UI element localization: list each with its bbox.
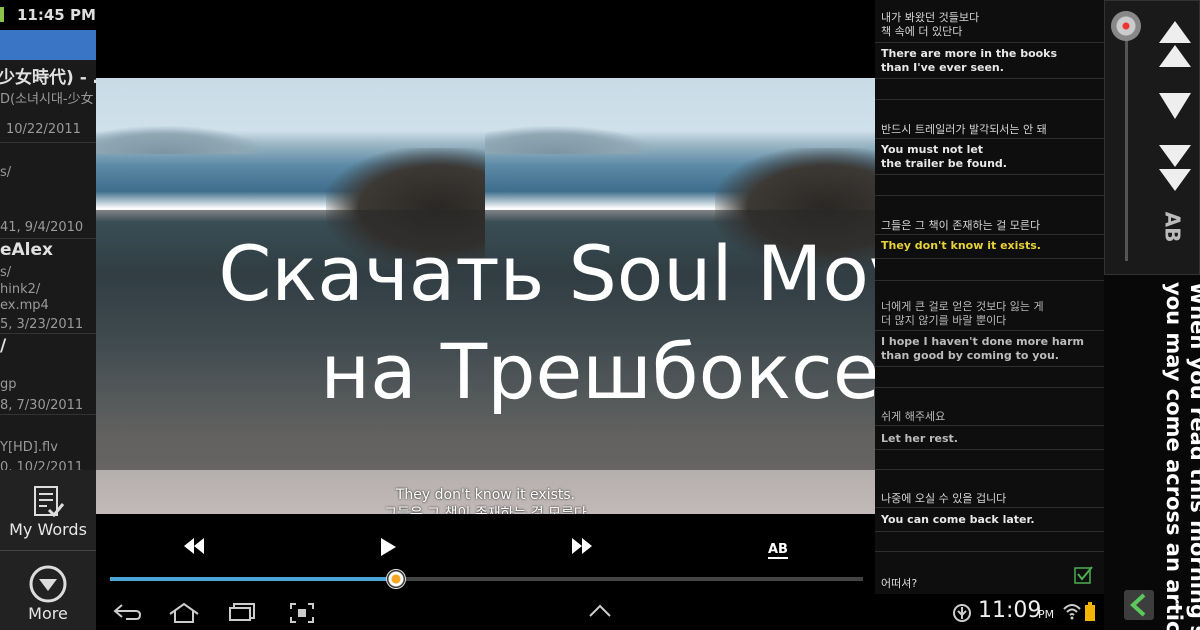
file-name: gp: [0, 377, 17, 392]
seek-bar[interactable]: [110, 569, 863, 589]
status-bar: 11:45 PM: [0, 0, 96, 30]
scroll-rail[interactable]: [1125, 11, 1128, 261]
ab-toggle-label: AB: [1160, 211, 1185, 243]
fast-forward-icon[interactable]: [570, 536, 594, 556]
my-words-button[interactable]: My Words: [0, 484, 96, 539]
navigation-panel: AB: [1104, 0, 1200, 275]
ab-repeat-button[interactable]: AB: [768, 538, 788, 559]
file-subtitle: D(소녀시대-少女: [0, 92, 94, 107]
navbar-time[interactable]: 11:09: [978, 598, 1041, 623]
file-date: 0, 10/2/2011: [0, 460, 84, 470]
file-title[interactable]: eAlex: [0, 240, 53, 260]
sentence-english: You can come back later.: [881, 513, 1035, 526]
file-title[interactable]: 少女時代) - …: [0, 63, 96, 88]
sentence-korean: 그들은 그 책이 존재하는 걸 모른다: [881, 219, 1041, 232]
chevron-left-icon: [1130, 593, 1146, 617]
scroll-thumb[interactable]: [1111, 11, 1141, 41]
ab-repeat-label: AB: [768, 542, 788, 559]
status-time: 11:45 PM: [17, 6, 96, 24]
seek-progress: [110, 577, 397, 581]
sentence-english: There are more in the books than I've ev…: [881, 47, 1058, 74]
my-words-label: My Words: [9, 520, 87, 539]
selected-file-highlight: [0, 30, 96, 60]
sentence-english: Let her rest.: [881, 432, 958, 445]
file-name: ex.mp4: [0, 298, 49, 313]
usb-icon: [953, 604, 971, 622]
sentence-korean: 너에게 큰 걸로 얻은 것보다 잃는 게 더 많지 않기를 바랄 뿐이다: [881, 300, 1044, 327]
file-title[interactable]: /: [0, 336, 6, 356]
subtitle-en: They don't know it exists.: [395, 487, 576, 503]
player-controls: AB: [96, 514, 875, 594]
file-date: 5, 3/23/2011: [0, 317, 84, 332]
sentence-korean: 쉬게 해주세요: [881, 410, 946, 423]
article-line: When you read this morning's paper,: [1186, 282, 1200, 630]
sentence-english: I hope I haven't done more harm than goo…: [881, 335, 1084, 362]
recent-apps-icon[interactable]: [228, 602, 258, 622]
sentence-korean: 어떠셔?: [881, 577, 918, 590]
file-list[interactable]: 少女時代) - … D(소녀시대-少女 10/22/2011 s/ 41, 9/…: [0, 30, 96, 470]
back-button[interactable]: [1124, 590, 1154, 620]
play-icon[interactable]: [378, 536, 398, 558]
sentence-english: They don't know it exists.: [881, 239, 1041, 252]
more-label: More: [28, 604, 68, 623]
file-date: 41, 9/4/2010: [0, 220, 84, 235]
article-line: you may come across an article: [1162, 282, 1186, 630]
system-navbar: 11:09 PM: [96, 594, 1104, 630]
navbar-ampm: PM: [1038, 608, 1055, 621]
chevron-up-icon[interactable]: [588, 604, 612, 618]
jump-bottom-icon[interactable]: [1157, 143, 1193, 195]
jump-top-icon[interactable]: [1157, 19, 1193, 71]
wifi-icon: [1063, 604, 1081, 620]
file-path: hink2/: [0, 282, 41, 297]
sentence-korean: 반드시 트레일러가 발각되서는 안 돼: [881, 123, 1047, 136]
sentence-korean: 내가 봐왔던 것들보다 책 속에 더 있단다: [881, 11, 980, 38]
screenshot-icon[interactable]: [289, 602, 315, 624]
sentence-list[interactable]: 내가 봐왔던 것들보다 책 속에 더 있단다 There are more in…: [875, 0, 1104, 594]
arrow-down-icon[interactable]: [1157, 91, 1193, 121]
file-path: s/: [0, 165, 12, 180]
file-name: Y[HD].flv: [0, 440, 58, 455]
file-date: 8, 7/30/2011: [0, 398, 84, 413]
word-list-icon: [34, 486, 65, 518]
checkbox-checked-icon[interactable]: [1074, 566, 1094, 584]
seek-thumb[interactable]: [386, 569, 407, 589]
back-icon[interactable]: [112, 602, 142, 622]
chevron-down-circle-icon: [29, 565, 67, 603]
sentence-english: You must not let the trailer be found.: [881, 143, 1007, 170]
file-date: 10/22/2011: [6, 122, 81, 137]
ab-toggle-button[interactable]: AB: [1155, 207, 1195, 257]
battery-icon: [1085, 602, 1095, 621]
more-button[interactable]: More: [0, 564, 96, 623]
rewind-icon[interactable]: [182, 536, 206, 556]
sentence-korean: 나중에 오실 수 있을 겁니다: [881, 492, 1007, 505]
battery-icon: [0, 7, 4, 22]
left-action-bar: My Words More: [0, 470, 96, 630]
file-path: s/: [0, 265, 12, 280]
vertical-article-text: When you read this morning's paper, you …: [1162, 282, 1200, 630]
home-icon[interactable]: [168, 602, 200, 624]
